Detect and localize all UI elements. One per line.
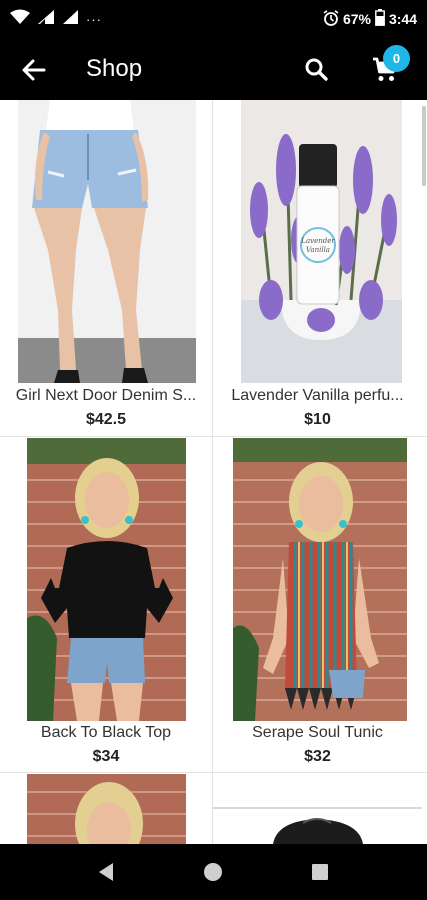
nav-recents-button[interactable] (302, 856, 338, 888)
status-bar: ··· 67% 3:44 (0, 0, 427, 38)
page-title: Shop (86, 55, 143, 82)
nav-home-button[interactable] (195, 856, 231, 888)
nav-back-icon (99, 863, 113, 881)
product-image[interactable]: Lavender Vanilla (241, 100, 402, 383)
battery-icon (375, 9, 385, 29)
status-overflow-dots: ··· (86, 11, 102, 27)
product-image[interactable] (18, 100, 196, 383)
nav-home-icon (204, 863, 222, 881)
product-card[interactable]: Girl Next Door Denim S... $42.5 (0, 100, 212, 436)
battery-percent: 67% (342, 11, 371, 27)
app-bar: Shop (0, 38, 427, 100)
product-name[interactable]: Girl Next Door Denim S... (0, 387, 212, 405)
product-card[interactable]: Serape Soul Tunic $32 (213, 437, 422, 772)
svg-text:Lavender: Lavender (300, 237, 335, 245)
product-grid[interactable]: Girl Next Door Denim S... $42.5 Lavender… (0, 100, 427, 844)
alarm-icon (323, 9, 339, 29)
wifi-icon (10, 9, 30, 30)
status-left: ··· (10, 8, 102, 30)
nav-recents-icon (312, 864, 328, 880)
product-card[interactable] (0, 773, 212, 844)
product-card[interactable]: Lavender Vanilla Lavender Vanilla perfu.… (213, 100, 422, 436)
signal-icon (36, 9, 56, 30)
product-price: $10 (304, 411, 331, 428)
product-image[interactable] (233, 438, 407, 721)
navigation-bar (0, 844, 427, 900)
product-name[interactable]: Back To Black Top (0, 724, 212, 742)
product-image[interactable] (27, 774, 186, 844)
svg-text:Vanilla: Vanilla (306, 246, 330, 254)
scrollbar[interactable] (422, 106, 426, 186)
status-right: 67% 3:44 (323, 8, 417, 30)
search-icon (305, 58, 328, 81)
clock: 3:44 (388, 11, 417, 27)
product-price: $34 (92, 748, 120, 765)
back-arrow-icon (22, 59, 46, 81)
search-button[interactable] (296, 50, 338, 90)
cart-count-badge[interactable]: 0 (383, 45, 410, 72)
product-image[interactable] (27, 438, 186, 721)
signal-icon-2 (62, 9, 80, 30)
product-card[interactable] (213, 773, 422, 844)
product-name[interactable]: Lavender Vanilla perfu... (213, 387, 422, 405)
back-button[interactable] (14, 50, 54, 90)
product-image[interactable] (213, 807, 422, 844)
nav-back-button[interactable] (88, 856, 124, 888)
product-name[interactable]: Serape Soul Tunic (213, 724, 422, 742)
product-card[interactable]: Back To Black Top $34 (0, 437, 212, 772)
product-price: $42.5 (85, 411, 127, 428)
product-price: $32 (304, 748, 331, 765)
